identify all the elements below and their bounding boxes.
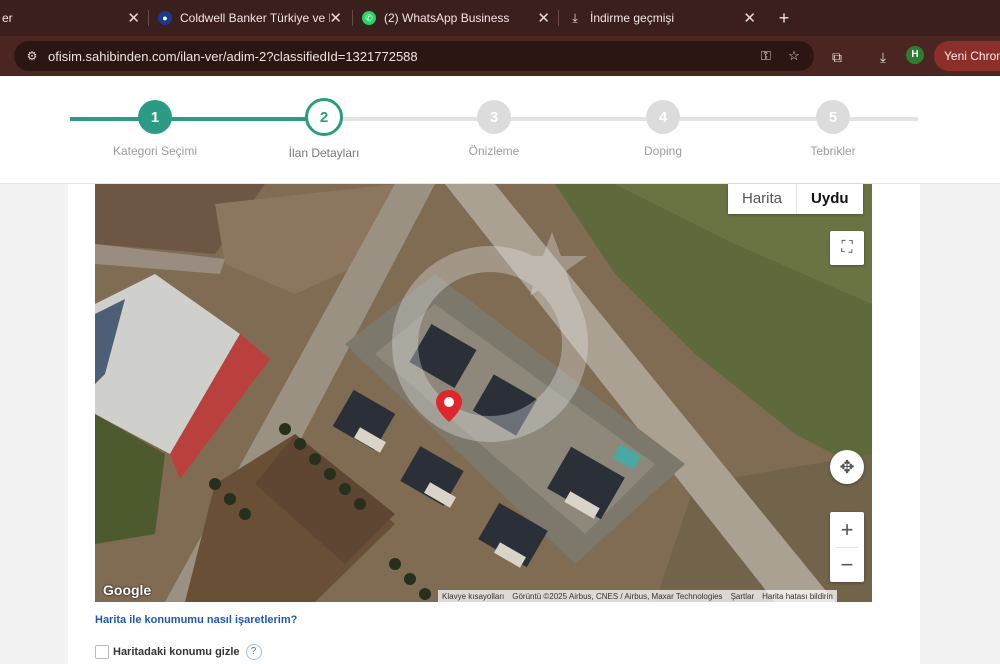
hide-location-row: Haritadaki konumu gizle ? xyxy=(95,644,262,660)
new-chrome-button[interactable]: Yeni Chrome xyxy=(934,41,1000,71)
tab-separator xyxy=(558,10,559,26)
zoom-out-button[interactable]: − xyxy=(830,547,864,582)
step-label: Tebrikler xyxy=(810,144,856,158)
fullscreen-icon[interactable]: ⛶ xyxy=(830,231,864,265)
imagery-credit: Görüntü ©2025 Airbus, CNES / Airbus, Max… xyxy=(512,591,723,601)
download-icon: ⤓ xyxy=(572,10,578,25)
whatsapp-icon: ✆ xyxy=(362,11,376,25)
close-icon[interactable]: ✕ xyxy=(127,9,140,27)
tab-title: (2) WhatsApp Business xyxy=(384,11,510,25)
step-number: 3 xyxy=(477,100,511,134)
satellite-type-button[interactable]: Uydu xyxy=(797,184,863,214)
step-number: 1 xyxy=(138,100,172,134)
zoom-in-button[interactable]: + xyxy=(830,512,864,547)
bookmark-star-icon[interactable]: ☆ xyxy=(786,48,802,64)
location-map[interactable] xyxy=(95,184,872,602)
step-label: Önizleme xyxy=(468,144,520,158)
step-details: 2 İlan Detayları xyxy=(264,98,384,160)
location-marker-icon[interactable] xyxy=(436,390,462,422)
step-label: İlan Detayları xyxy=(288,146,360,160)
step-doping: 4 Doping xyxy=(603,100,723,158)
tab-coldwell-banker[interactable]: ● Coldwell Banker Türkiye ve Kıbrıs ✕ xyxy=(150,0,350,36)
tab-title: Coldwell Banker Türkiye ve Kıbrıs xyxy=(180,11,330,25)
tab-title: İndirme geçmişi xyxy=(590,11,675,25)
hide-location-label[interactable]: Haritadaki konumu gizle xyxy=(113,646,240,658)
extensions-icon[interactable]: ⧉ xyxy=(828,48,846,66)
tab-downloads[interactable]: ⤓ İndirme geçmişi ✕ xyxy=(560,0,764,36)
browser-toolbar: ⚙ ofisim.sahibinden.com/ilan-ver/adim-2?… xyxy=(0,36,1000,76)
tab-title: er xyxy=(2,11,13,25)
google-logo[interactable]: Google xyxy=(103,582,151,598)
pan-control-icon[interactable]: ✥ xyxy=(830,450,864,484)
step-congrats: 5 Tebrikler xyxy=(773,100,893,158)
password-key-icon[interactable]: ⚿ xyxy=(758,48,774,64)
map-type-control: Harita Uydu xyxy=(728,184,863,214)
close-icon[interactable]: ✕ xyxy=(329,9,342,27)
zoom-divider xyxy=(836,547,858,548)
progress-stepper: 1 Kategori Seçimi 2 İlan Detayları 3 Öni… xyxy=(0,76,1000,184)
step-label: Kategori Seçimi xyxy=(112,144,198,158)
step-number: 4 xyxy=(646,100,680,134)
profile-avatar[interactable]: H xyxy=(906,46,924,64)
address-bar[interactable]: ⚙ ofisim.sahibinden.com/ilan-ver/adim-2?… xyxy=(14,41,814,71)
terms-link[interactable]: Şartlar xyxy=(727,592,759,601)
close-icon[interactable]: ✕ xyxy=(743,9,756,27)
tab-partial[interactable]: er ✕ xyxy=(0,0,148,36)
map-attribution: Klavye kısayolları Görüntü ©2025 Airbus,… xyxy=(438,590,837,602)
satellite-imagery xyxy=(95,184,872,602)
keyboard-shortcuts-link[interactable]: Klavye kısayolları xyxy=(438,592,508,601)
hide-location-checkbox[interactable] xyxy=(95,645,109,659)
location-help-link[interactable]: Harita ile konumumu nasıl işaretlerim? xyxy=(95,614,297,626)
tab-whatsapp[interactable]: ✆ (2) WhatsApp Business ✕ xyxy=(354,0,558,36)
step-label: Doping xyxy=(643,144,683,158)
url-text[interactable]: ofisim.sahibinden.com/ilan-ver/adim-2?cl… xyxy=(48,49,418,64)
step-preview: 3 Önizleme xyxy=(434,100,554,158)
tab-bar: er ✕ ● Coldwell Banker Türkiye ve Kıbrıs… xyxy=(0,0,1000,36)
map-type-button[interactable]: Harita xyxy=(728,184,798,214)
close-icon[interactable]: ✕ xyxy=(537,9,550,27)
coldwell-banker-icon: ● xyxy=(158,11,172,25)
report-error-link[interactable]: Harita hatası bildirin xyxy=(758,592,837,601)
site-info-icon[interactable]: ⚙ xyxy=(24,48,40,64)
step-category: 1 Kategori Seçimi xyxy=(95,100,215,158)
zoom-control: + − xyxy=(830,512,864,582)
help-question-icon[interactable]: ? xyxy=(245,644,262,660)
tab-separator xyxy=(148,10,149,26)
step-number: 2 xyxy=(305,98,343,136)
downloads-icon[interactable]: ⤓ xyxy=(874,48,892,66)
step-number: 5 xyxy=(816,100,850,134)
new-tab-button[interactable]: + xyxy=(772,6,796,30)
tab-separator xyxy=(352,10,353,26)
